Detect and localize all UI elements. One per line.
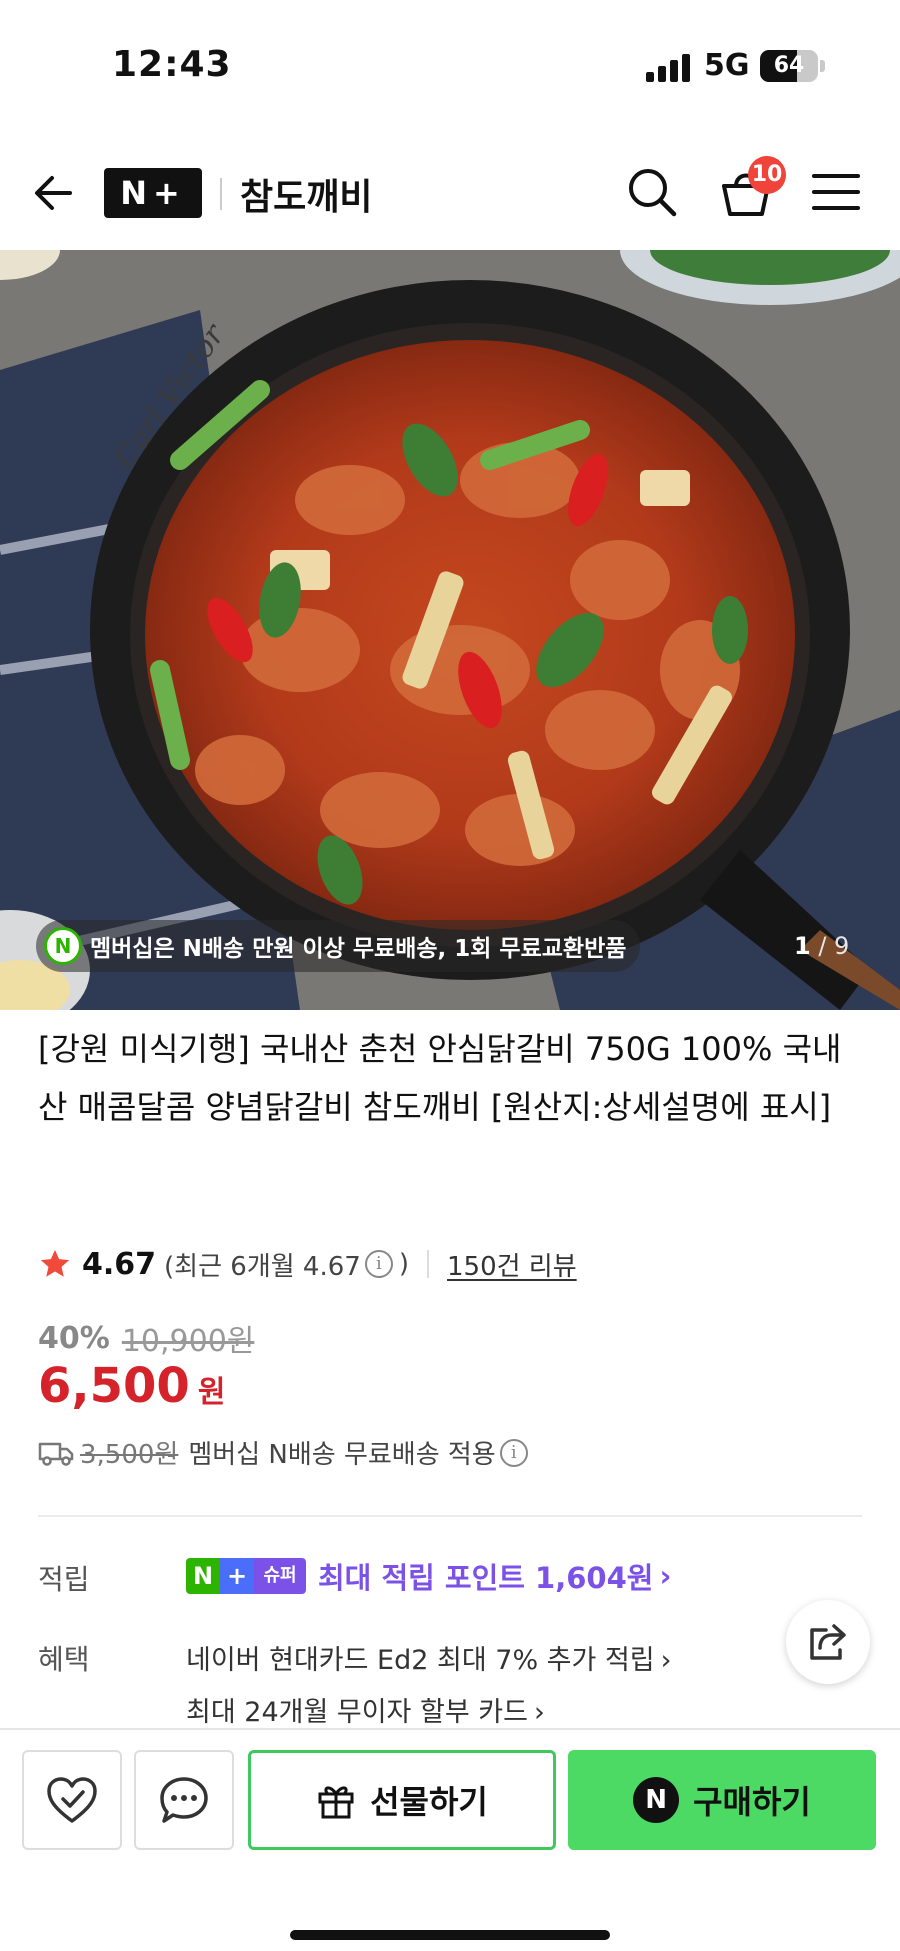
info-icon[interactable]: i [364, 1250, 393, 1278]
network-type: 5G [704, 48, 750, 83]
shipping-text: 멤버십 N배송 무료배송 적용 [188, 1440, 496, 1470]
benefits-label: 혜택 [38, 1643, 90, 1676]
chevron-right-icon: › [533, 1697, 545, 1728]
shipping-row: 3,500원 멤버십 N배송 무료배송 적용 i [38, 1434, 528, 1471]
gift-icon [318, 1786, 354, 1819]
hamburger-menu-icon [812, 174, 860, 210]
reviews-link[interactable]: 150건 리뷰 [447, 1246, 577, 1283]
delivery-truck-icon [38, 1442, 74, 1466]
section-divider [38, 1515, 862, 1517]
heart-check-icon [47, 1777, 97, 1823]
cart-count-badge: 10 [748, 156, 786, 194]
back-button[interactable] [30, 168, 80, 218]
star-icon [40, 1249, 70, 1277]
membership-n-badge: N [44, 927, 82, 965]
image-page-indicator: 1 / 9 [794, 932, 849, 960]
battery-tip [820, 60, 825, 72]
buy-label: 구매하기 [693, 1783, 811, 1821]
membership-text: 멤버십은 N배송 만원 이상 무료배송, 1회 무료교환반품 [90, 936, 627, 962]
page-total: 9 [834, 932, 850, 960]
recent-rating: (최근 6개월 4.67 [164, 1251, 361, 1282]
status-bar: 12:43 5G 64 [0, 0, 900, 130]
chat-button[interactable] [134, 1750, 234, 1850]
buy-button[interactable]: N 구매하기 [568, 1750, 876, 1850]
page-separator: / [810, 932, 835, 960]
bottom-action-bar: 선물하기 N 구매하기 [0, 1728, 900, 1951]
naver-plus-logo[interactable]: N+ [104, 168, 202, 218]
benefit-card-reward: 네이버 현대카드 Ed2 최대 7% 추가 적립 [186, 1645, 655, 1676]
badge-n: N [186, 1558, 220, 1594]
benefit-installment: 최대 24개월 무이자 할부 카드 [186, 1697, 528, 1728]
menu-button[interactable] [812, 170, 860, 214]
share-icon [810, 1624, 846, 1660]
badge-super: 슈퍼 [254, 1558, 306, 1594]
naver-plus-super-badge: N + 슈퍼 [186, 1558, 306, 1594]
store-name[interactable]: 참도깨비 [240, 168, 372, 220]
product-image-carousel[interactable]: Carl Victor N 멤버십은 N배송 만원 이상 무료배송, 1회 무료… [0, 250, 900, 1010]
rewards-label: 적립 [38, 1563, 90, 1596]
dakgalbi-pan-photo: Carl Victor [0, 250, 900, 1010]
signal-icon [646, 54, 692, 82]
original-price: 10,900원 [121, 1324, 255, 1359]
search-icon [629, 169, 677, 217]
top-nav: N+ 참도깨비 10 [0, 140, 900, 250]
naver-pay-n-icon: N [633, 1777, 680, 1823]
price-unit: 원 [197, 1375, 226, 1410]
discount-percent: 40% [38, 1320, 110, 1356]
shipping-info-icon[interactable]: i [499, 1438, 528, 1467]
badge-plus: + [220, 1558, 254, 1594]
battery-icon: 64 [760, 50, 818, 82]
gift-label: 선물하기 [370, 1783, 488, 1821]
rewards-text: 최대 적립 포인트 1,604원 [318, 1561, 654, 1595]
rewards-chevron-icon: › [659, 1559, 672, 1593]
gift-button[interactable]: 선물하기 [248, 1750, 556, 1850]
membership-pill: N 멤버십은 N배송 만원 이상 무료배송, 1회 무료교환반품 [36, 920, 641, 972]
benefit-item[interactable]: 최대 24개월 무이자 할부 카드 › [186, 1690, 545, 1729]
product-title: [강원 미식기행] 국내산 춘천 안심닭갈비 750G 100% 국내산 매콤달… [38, 1030, 842, 1126]
status-time: 12:43 [112, 44, 232, 85]
discount-row: 40% 10,900원 [38, 1316, 254, 1360]
search-button[interactable] [624, 164, 680, 220]
chevron-right-icon: › [660, 1645, 672, 1676]
page-current: 1 [794, 932, 811, 960]
rating-divider [426, 1250, 429, 1278]
rating-score: 4.67 [82, 1246, 157, 1282]
share-button[interactable] [786, 1600, 870, 1684]
benefit-item[interactable]: 네이버 현대카드 Ed2 최대 7% 추가 적립 › [186, 1638, 671, 1677]
chat-bubble-icon [160, 1777, 208, 1823]
sale-price-row: 6,500 원 [38, 1358, 225, 1414]
rewards-link[interactable]: N + 슈퍼 최대 적립 포인트 1,604원 › [186, 1554, 671, 1598]
header-divider [220, 178, 222, 210]
recent-rating-close: ) [398, 1249, 409, 1279]
rating-row: 4.67 (최근 6개월 4.67 i ) 150건 리뷰 [38, 1242, 577, 1286]
home-indicator [290, 1930, 610, 1940]
wishlist-button[interactable] [22, 1750, 122, 1850]
sale-price: 6,500 [38, 1358, 190, 1414]
battery-percent: 64 [773, 53, 805, 78]
shipping-old-fee: 3,500원 [80, 1440, 179, 1470]
back-arrow-icon [35, 176, 72, 210]
